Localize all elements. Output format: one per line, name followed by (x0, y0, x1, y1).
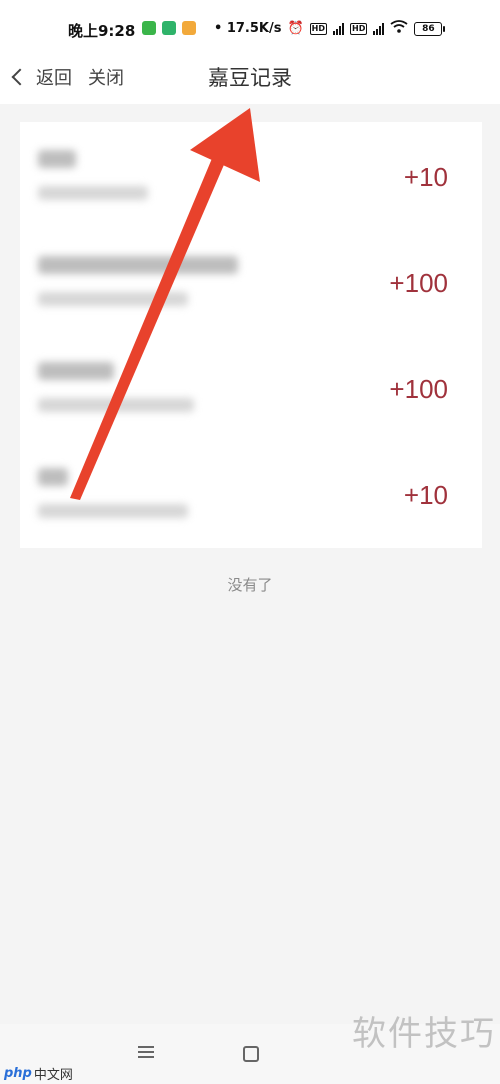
watermark-logo: php 中文网 (4, 1064, 73, 1083)
home-icon[interactable] (243, 1046, 259, 1062)
record-time-blurred (38, 398, 194, 412)
record-title-blurred (38, 256, 238, 274)
watermark-site-name: 中文网 (33, 1068, 73, 1083)
no-more-text: 没有了 (227, 576, 273, 594)
status-indicators: • 17.5K/s ⏰ HD HD 86 (214, 20, 446, 37)
record-title-blurred (38, 362, 114, 380)
status-time: 晚上9:28 (68, 22, 136, 40)
network-speed: • 17.5K/s (214, 21, 282, 36)
alarm-icon: ⏰ (287, 21, 304, 36)
app-notification-icon (182, 21, 196, 35)
record-row: +10 (20, 122, 482, 228)
nav-bar: 返回 关闭 嘉豆记录 (0, 58, 500, 104)
signal-icon (333, 22, 345, 35)
record-amount: +100 (389, 374, 448, 404)
record-time-blurred (38, 504, 188, 518)
php-logo: php (4, 1066, 32, 1081)
record-time-blurred (38, 292, 188, 306)
record-amount: +10 (403, 162, 448, 192)
record-title-blurred (38, 468, 68, 486)
battery-icon: 86 (414, 21, 446, 36)
page-title: 嘉豆记录 (208, 66, 292, 90)
watermark-text: 软件技巧 (352, 1014, 496, 1054)
record-amount: +10 (403, 480, 448, 510)
record-title-blurred (38, 150, 76, 168)
status-bar: 晚上9:28 • 17.5K/s ⏰ HD HD 86 (0, 0, 500, 58)
record-time-blurred (38, 186, 148, 200)
record-row: +10 (20, 440, 482, 546)
record-row: +100 (20, 334, 482, 440)
hd-icon: HD (309, 22, 328, 35)
record-row: +100 (20, 228, 482, 334)
signal-icon (373, 22, 385, 35)
wifi-icon (390, 20, 408, 37)
app-badges (142, 21, 196, 35)
app-notification-icon (142, 21, 156, 35)
records-card: +10 +100 +100 +10 (20, 122, 482, 548)
hd-icon: HD (350, 22, 368, 35)
app-notification-icon (162, 21, 176, 35)
record-amount: +100 (389, 268, 448, 298)
menu-icon[interactable] (138, 1046, 154, 1058)
